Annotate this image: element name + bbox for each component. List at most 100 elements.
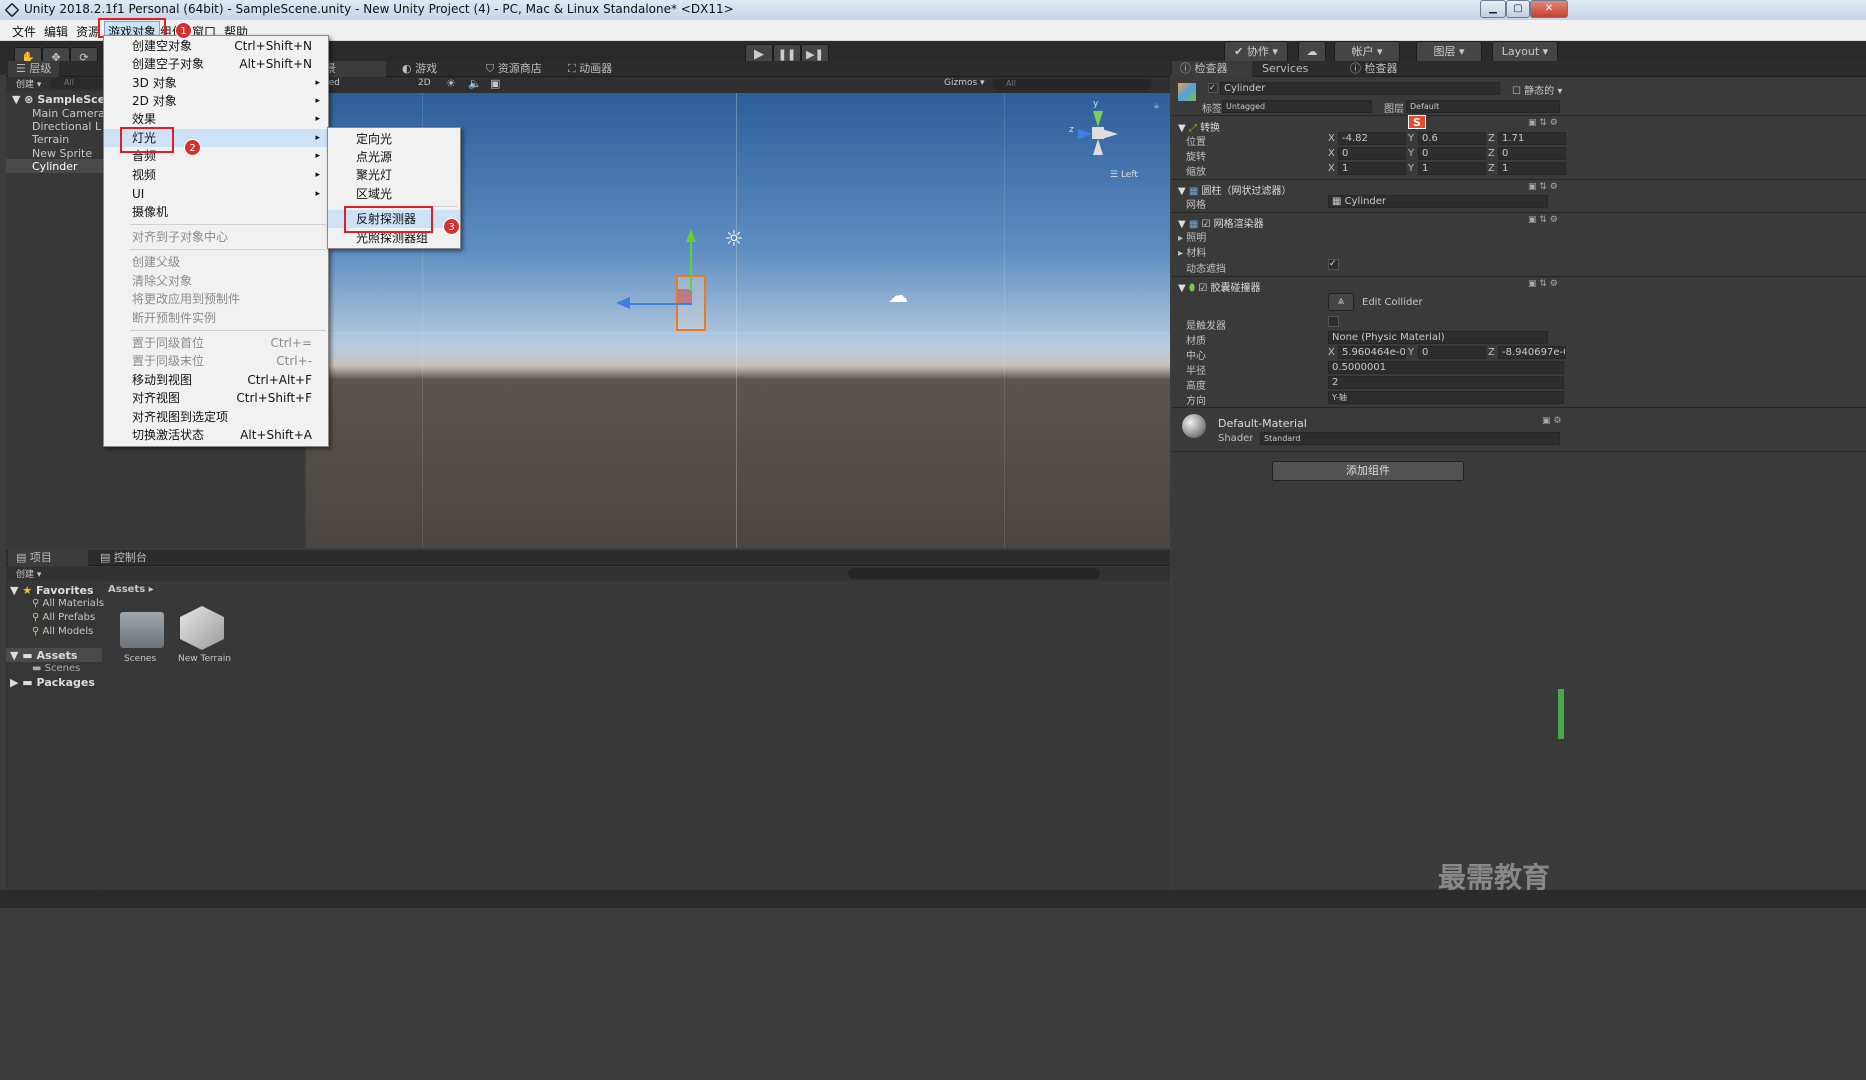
menu-camera[interactable]: 摄像机 — [104, 203, 328, 221]
rotation-x-field[interactable]: 0 — [1338, 147, 1406, 160]
gizmos-dropdown[interactable]: Gizmos ▾ — [944, 78, 985, 88]
menu-video[interactable]: 视频 ▸ — [104, 166, 328, 184]
physic-material-field[interactable]: None (Physic Material) — [1328, 331, 1548, 344]
tab-inspector[interactable]: ⓘ 检查器 — [1172, 61, 1252, 77]
project-search-input[interactable] — [848, 568, 1100, 579]
move-gizmo-plane[interactable] — [678, 289, 692, 303]
menu-create-empty[interactable]: 创建空对象 Ctrl+Shift+N — [104, 37, 328, 55]
menu-edit[interactable]: 编辑 — [44, 23, 68, 40]
lock-icon[interactable]: 🔒︎ — [1154, 101, 1159, 111]
lighting-foldout[interactable]: ▸ 照明 — [1178, 229, 1206, 244]
position-x-field[interactable]: -4.82 — [1338, 132, 1406, 145]
rotation-z-field[interactable]: 0 — [1498, 147, 1566, 160]
tab-services[interactable]: Services — [1254, 61, 1316, 77]
menu-align-view-to-selected[interactable]: 对齐视图到选定项 — [104, 408, 328, 426]
favorite-all-materials[interactable]: ⚲ All Materials — [32, 598, 104, 609]
component-settings-icons[interactable]: ▣ ⇅ ⚙ — [1528, 182, 1558, 192]
tab-project[interactable]: ▤ 项目 — [8, 550, 88, 566]
menu-align-with-view[interactable]: 对齐视图 Ctrl+Shift+F — [104, 389, 328, 407]
active-checkbox[interactable]: ✓ — [1208, 83, 1218, 93]
menu-assets[interactable]: 资源 — [76, 23, 100, 40]
view-label[interactable]: ☰ Left — [1110, 170, 1138, 180]
add-component-button[interactable]: 添加组件 — [1272, 461, 1464, 481]
tab-console[interactable]: ▤ 控制台 — [92, 550, 155, 566]
assets-folder[interactable]: ▼ ▬ Assets — [10, 649, 77, 662]
favorite-all-prefabs[interactable]: ⚲ All Prefabs — [32, 612, 95, 623]
audio-toggle-icon[interactable]: 🔈 — [468, 77, 482, 90]
account-dropdown[interactable]: 帐户 ▾ — [1334, 41, 1400, 63]
center-x-field[interactable]: 5.960464e-08 — [1338, 346, 1406, 359]
move-gizmo-y-arrow[interactable] — [686, 229, 696, 242]
maximize-button[interactable]: ▢ — [1506, 0, 1530, 18]
submenu-point-light[interactable]: 点光源 — [328, 148, 460, 166]
position-y-field[interactable]: 0.6 — [1418, 132, 1486, 145]
favorites-folder[interactable]: ▼ ★ Favorites — [10, 584, 94, 597]
component-settings-icons[interactable]: ▣ ⇅ ⚙ — [1528, 215, 1558, 225]
scale-y-field[interactable]: 1 — [1418, 162, 1486, 175]
effects-toggle-icon[interactable]: ▣ — [490, 77, 500, 90]
hierarchy-item-cylinder[interactable]: Cylinder — [32, 160, 78, 173]
radius-field[interactable]: 0.5000001 — [1328, 361, 1564, 374]
collab-dropdown[interactable]: ✔ 协作 ▾ — [1224, 41, 1288, 63]
shader-dropdown[interactable]: Standard — [1260, 432, 1560, 445]
tab-hierarchy[interactable]: ☰ 层级 — [8, 61, 60, 77]
submenu-area-light[interactable]: 区域光 — [328, 185, 460, 203]
orientation-y-cone[interactable] — [1093, 111, 1103, 127]
direction-dropdown[interactable]: Y-轴 — [1328, 391, 1564, 404]
move-gizmo-z-arrow[interactable] — [616, 297, 630, 309]
assets-breadcrumb[interactable]: Assets ▸ — [108, 584, 154, 595]
directional-light-gizmo-icon[interactable]: ☼ — [724, 227, 744, 252]
menu-toggle-active[interactable]: 切换激活状态 Alt+Shift+A — [104, 426, 328, 444]
menu-move-to-view[interactable]: 移动到视图 Ctrl+Alt+F — [104, 371, 328, 389]
component-settings-icons[interactable]: ▣ ⚙ — [1542, 416, 1561, 426]
lighting-toggle-icon[interactable]: ☀ — [446, 77, 456, 90]
layout-dropdown[interactable]: Layout ▾ — [1492, 41, 1558, 63]
capsule-collider-header[interactable]: ▼ ⬮ ☑ 胶囊碰撞器 — [1178, 279, 1260, 294]
hierarchy-item-main-camera[interactable]: Main Camera — [32, 107, 105, 120]
tab-animator[interactable]: ⛶ 动画器 — [560, 61, 620, 77]
cloud-button[interactable]: ☁ — [1298, 41, 1326, 63]
scale-x-field[interactable]: 1 — [1338, 162, 1406, 175]
move-gizmo-z-axis[interactable] — [628, 303, 692, 305]
mesh-renderer-header[interactable]: ▼ ▦ ☑ 网格渲染器 — [1178, 215, 1264, 230]
favorite-all-models[interactable]: ⚲ All Models — [32, 626, 93, 637]
layer-dropdown[interactable]: Default — [1406, 100, 1560, 113]
position-z-field[interactable]: 1.71 — [1498, 132, 1566, 145]
hierarchy-search-input[interactable]: All — [50, 78, 104, 89]
mesh-field[interactable]: ▦ Cylinder — [1328, 195, 1548, 208]
tab-inspector-2[interactable]: ⓘ 检查器 — [1342, 61, 1406, 77]
minimize-button[interactable]: ▁ — [1480, 0, 1506, 18]
center-y-field[interactable]: 0 — [1418, 346, 1486, 359]
menu-2d-object[interactable]: 2D 对象 ▸ — [104, 92, 328, 110]
scenes-folder-icon[interactable] — [120, 612, 164, 648]
scene-search-input[interactable]: All — [992, 79, 1152, 90]
center-z-field[interactable]: -8.940697e-08 — [1498, 346, 1566, 359]
rotation-y-field[interactable]: 0 — [1418, 147, 1486, 160]
orientation-neg-y-cone[interactable] — [1093, 139, 1103, 155]
menu-create-empty-child[interactable]: 创建空子对象 Alt+Shift+N — [104, 55, 328, 73]
menu-file[interactable]: 文件 — [12, 23, 36, 40]
orientation-z-cone[interactable] — [1078, 129, 1092, 139]
cloud-gizmo-icon[interactable]: ☁ — [888, 283, 908, 307]
menu-ui[interactable]: UI ▸ — [104, 185, 328, 203]
scale-z-field[interactable]: 1 — [1498, 162, 1566, 175]
tab-asset-store[interactable]: ⛉ 资源商店 — [478, 61, 550, 77]
submenu-directional-light[interactable]: 定向光 — [328, 130, 460, 148]
tag-dropdown[interactable]: Untagged — [1222, 100, 1372, 113]
static-toggle[interactable]: ☐ 静态的 ▾ — [1512, 82, 1562, 97]
orientation-x-cone[interactable] — [1102, 129, 1118, 139]
scenes-folder[interactable]: ▬ Scenes — [32, 663, 80, 674]
menu-effects[interactable]: 效果 ▸ — [104, 110, 328, 128]
hierarchy-create-button[interactable]: 创建 ▾ — [16, 77, 41, 90]
materials-foldout[interactable]: ▸ 材料 — [1178, 244, 1206, 259]
packages-folder[interactable]: ▶ ▬ Packages — [10, 676, 95, 689]
scroll-indicator[interactable] — [1558, 689, 1564, 739]
menu-3d-object[interactable]: 3D 对象 ▸ — [104, 74, 328, 92]
tab-game[interactable]: ◐ 游戏 — [394, 61, 445, 77]
close-button[interactable]: ✕ — [1530, 0, 1568, 18]
2d-toggle[interactable]: 2D — [418, 78, 431, 88]
transform-header[interactable]: ▼ ⤢ 转换 — [1178, 119, 1220, 134]
project-create-button[interactable]: 创建 ▾ — [16, 567, 41, 580]
object-name-field[interactable]: Cylinder — [1220, 82, 1500, 95]
is-trigger-checkbox[interactable] — [1328, 316, 1339, 327]
